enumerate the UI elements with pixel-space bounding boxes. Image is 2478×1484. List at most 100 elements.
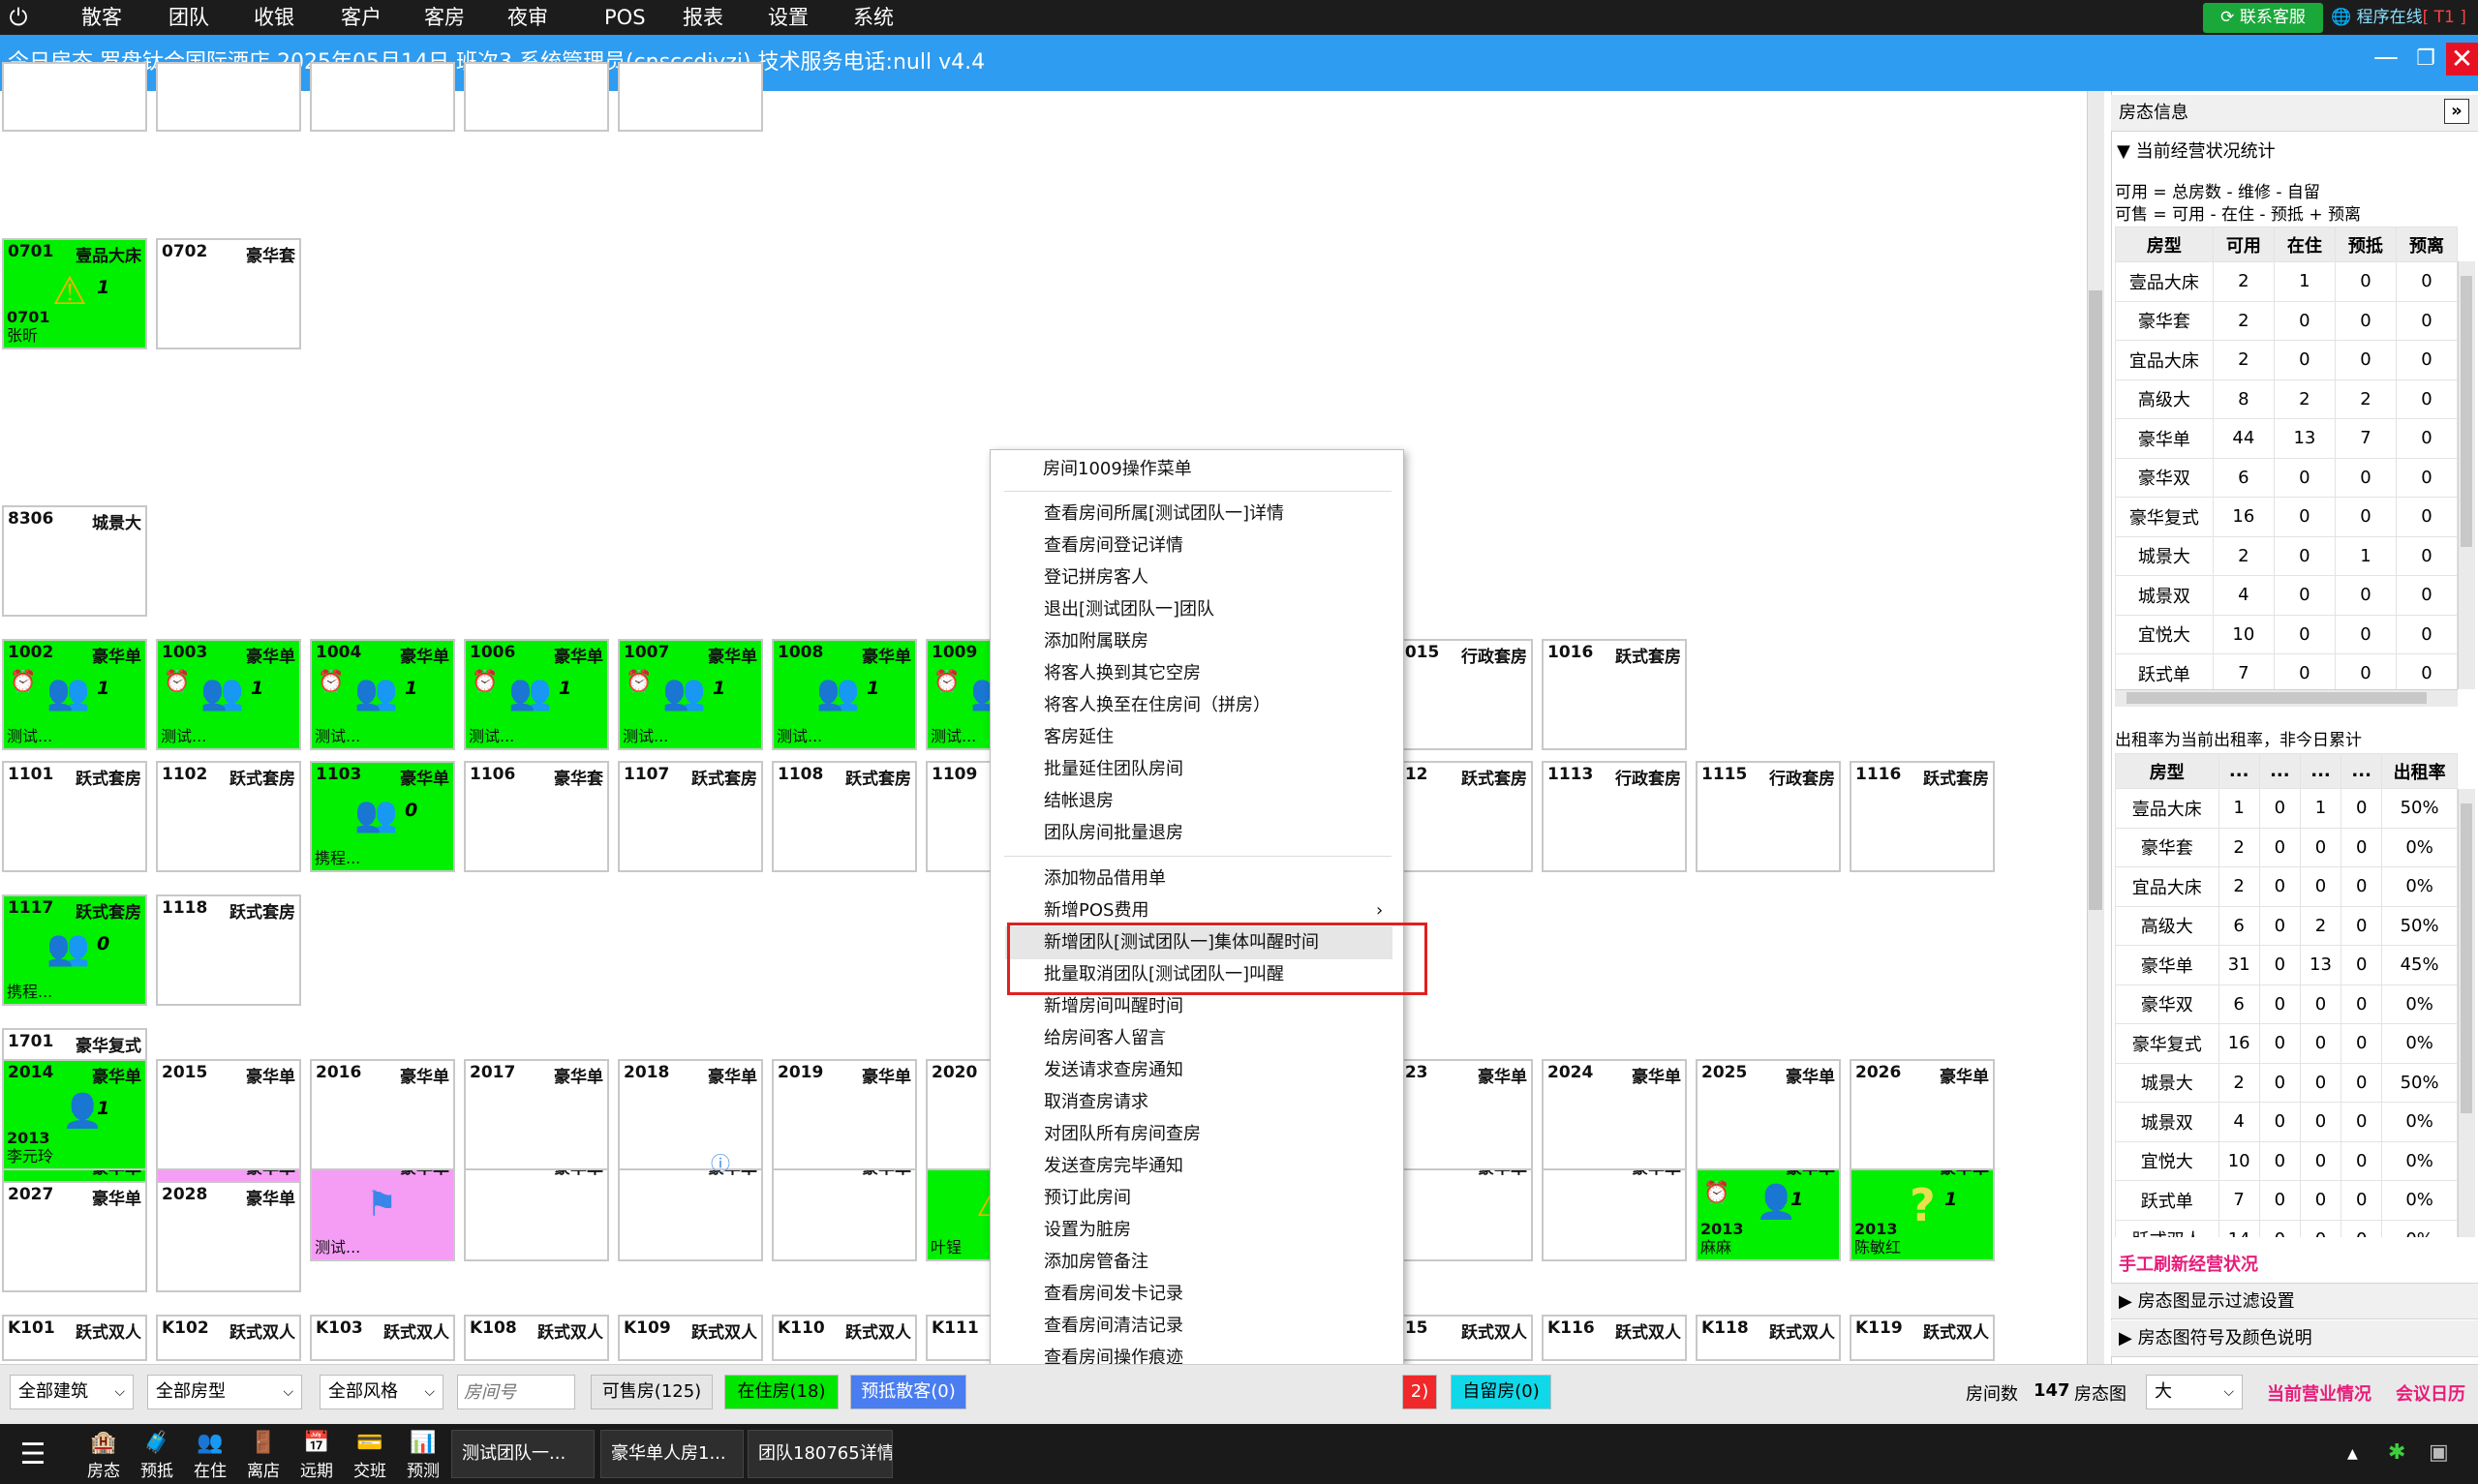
menu-item-9[interactable]: 系统 [853, 0, 894, 35]
room-1006[interactable]: 1006 豪华单 ⏰ 👥 1 测试... [464, 639, 609, 750]
room-2017[interactable]: 2017 豪华单 [464, 1059, 609, 1170]
refresh-stats-link[interactable]: 手工刷新经营状况 [2119, 1251, 2258, 1276]
context-menu-item[interactable]: 给房间客人留言 [1044, 1023, 1166, 1054]
room-1002[interactable]: 1002 豪华单 ⏰ 👥 1 测试... [2, 639, 147, 750]
room-K102[interactable]: K102 跃式双人 [156, 1315, 301, 1361]
menu-item-2[interactable]: 收银 [254, 0, 294, 35]
tray-arrow-icon[interactable]: ▲ [2347, 1446, 2358, 1462]
room-2015[interactable]: 2015 豪华单 [156, 1059, 301, 1170]
room-1113[interactable]: 1113 行政套房 [1542, 761, 1687, 872]
context-menu-item[interactable]: 客房延住 [1044, 722, 1114, 753]
room-1016[interactable]: 1016 跃式套房 [1542, 639, 1687, 750]
room-1107[interactable]: 1107 跃式套房 [618, 761, 763, 872]
room-partial[interactable] [2, 62, 147, 132]
collapse-panel-icon[interactable]: » [2444, 99, 2469, 124]
room-partial[interactable] [310, 62, 455, 132]
map-size-select[interactable]: 大 ⌵ [2146, 1375, 2243, 1409]
context-menu-item[interactable]: 对团队所有房间查房 [1044, 1119, 1201, 1150]
stats-table-hscroll-thumb[interactable] [2126, 692, 2427, 704]
room-0702[interactable]: 0702 豪华套 [156, 238, 301, 349]
context-menu-item[interactable]: 发送查房完毕通知 [1044, 1151, 1183, 1182]
room-K110[interactable]: K110 跃式双人 [772, 1315, 917, 1361]
occupancy-table-vscroll-thumb[interactable] [2461, 803, 2472, 1113]
context-menu-item[interactable]: 登记拼房客人 [1044, 562, 1148, 593]
taskbar-app-0[interactable]: 🏨 房态 [79, 1430, 128, 1481]
room-1003[interactable]: 1003 豪华单 ⏰ 👥 1 测试... [156, 639, 301, 750]
room-112[interactable]: 112 跃式套房 [1388, 761, 1533, 872]
room-partial[interactable] [156, 62, 301, 132]
room-1117[interactable]: 1117 跃式套房 👥 0 携程... [2, 894, 147, 1006]
filter-button[interactable]: 在住房(18) [724, 1375, 839, 1409]
context-menu-item[interactable]: 查看房间清洁记录 [1044, 1311, 1183, 1342]
room-number-input[interactable] [457, 1375, 575, 1409]
context-menu-item[interactable]: 团队房间批量退房 [1044, 818, 1183, 849]
close-icon[interactable]: ✕ [2446, 43, 2478, 76]
taskbar-window-2[interactable]: 团队180765详情 [748, 1430, 893, 1478]
room-1116[interactable]: 1116 跃式套房 [1850, 761, 1995, 872]
context-menu-item[interactable]: 预订此房间 [1044, 1183, 1131, 1214]
meeting-calendar-link[interactable]: 会议日历 [2396, 1380, 2465, 1406]
filter-self-keep[interactable]: 自留房(0) [1451, 1375, 1551, 1409]
taskbar-app-5[interactable]: 💳 交班 [346, 1430, 394, 1481]
room-2028[interactable]: 2028 豪华单 [156, 1181, 301, 1292]
style-select[interactable]: 全部风格 ⌵ [320, 1375, 444, 1409]
room-2018[interactable]: 2018 豪华单 ⓘ [618, 1059, 763, 1175]
power-icon[interactable]: ⏻ [0, 0, 37, 35]
contact-support-button[interactable]: ⟳ 联系客服 [2203, 3, 2323, 33]
context-menu-item[interactable]: 添加房管备注 [1044, 1247, 1148, 1278]
room-1115[interactable]: 1115 行政套房 [1696, 761, 1841, 872]
filter-button[interactable]: 可售房(125) [591, 1375, 713, 1409]
context-menu-item[interactable]: 添加物品借用单 [1044, 863, 1166, 894]
room-2019[interactable]: 2019 豪华单 [772, 1059, 917, 1170]
context-menu-item[interactable]: 退出[测试团队一]团队 [1044, 594, 1214, 625]
tray-status-icon[interactable]: ✱ [2388, 1440, 2405, 1465]
menu-item-6[interactable]: POS [604, 0, 646, 35]
menu-item-7[interactable]: 报表 [683, 0, 723, 35]
filter-button[interactable]: 预抵散客(0) [850, 1375, 966, 1409]
room-1101[interactable]: 1101 跃式套房 [2, 761, 147, 872]
room-K101[interactable]: K101 跃式双人 [2, 1315, 147, 1361]
room-partial[interactable] [618, 62, 763, 132]
taskbar-app-6[interactable]: 📊 预测 [399, 1430, 447, 1481]
context-menu-item[interactable]: 查看房间发卡记录 [1044, 1279, 1183, 1310]
room-map-scroll-thumb[interactable] [2089, 290, 2102, 910]
building-select[interactable]: 全部建筑 ⌵ [10, 1375, 134, 1409]
business-status-link[interactable]: 当前营业情况 [2267, 1380, 2371, 1406]
roomtype-select[interactable]: 全部房型 ⌵ [147, 1375, 302, 1409]
room-K108[interactable]: K108 跃式双人 [464, 1315, 609, 1361]
context-menu-item[interactable]: 取消查房请求 [1044, 1087, 1148, 1118]
room-1008[interactable]: 1008 豪华单 👥 1 测试... [772, 639, 917, 750]
room-8306[interactable]: 8306 城景大 [2, 505, 147, 617]
menu-item-0[interactable]: 散客 [81, 0, 122, 35]
taskbar-window-1[interactable]: 豪华单人房1... [600, 1430, 744, 1478]
context-menu-item[interactable]: 查看房间所属[测试团队一]详情 [1044, 499, 1284, 530]
room-1118[interactable]: 1118 跃式套房 [156, 894, 301, 1006]
room-0701[interactable]: 0701 壹品大床 ⚠ 1 0701 张昕 [2, 238, 147, 349]
room-K109[interactable]: K109 跃式双人 [618, 1315, 763, 1361]
legend-section[interactable]: ▶ 房态图符号及颜色说明 [2111, 1320, 2478, 1357]
room-K116[interactable]: K116 跃式双人 [1542, 1315, 1687, 1361]
room-2024[interactable]: 2024 豪华单 [1542, 1059, 1687, 1170]
menu-item-5[interactable]: 夜审 [507, 0, 548, 35]
room-partial[interactable] [464, 62, 609, 132]
context-menu-item[interactable]: 设置为脏房 [1044, 1215, 1131, 1246]
room-1106[interactable]: 1106 豪华套 [464, 761, 609, 872]
room-2014[interactable]: 2014 豪华单 👤 1 2013 李元玲 [2, 1059, 147, 1170]
room-1108[interactable]: 1108 跃式套房 [772, 761, 917, 872]
menu-icon[interactable]: ☰ [14, 1439, 52, 1471]
room-K118[interactable]: K118 跃式双人 [1696, 1315, 1841, 1361]
filter-settings-section[interactable]: ▶ 房态图显示过滤设置 [2111, 1283, 2478, 1319]
restore-icon[interactable]: ❐ [2409, 43, 2442, 76]
section-stats-toggle[interactable]: ▼ 当前经营状况统计 [2117, 137, 2276, 163]
context-menu-item[interactable]: 将客人换至在住房间（拼房） [1044, 690, 1270, 721]
room-1102[interactable]: 1102 跃式套房 [156, 761, 301, 872]
taskbar-window-0[interactable]: 测试团队一... [451, 1430, 595, 1478]
room-2016[interactable]: 2016 豪华单 [310, 1059, 455, 1170]
context-menu-item[interactable]: 查看房间登记详情 [1044, 530, 1183, 561]
context-menu-item[interactable]: 结帐退房 [1044, 786, 1114, 817]
minimize-icon[interactable]: — [2370, 43, 2402, 76]
menu-item-3[interactable]: 客户 [341, 0, 382, 35]
room-1007[interactable]: 1007 豪华单 ⏰ 👥 1 测试... [618, 639, 763, 750]
room-1103[interactable]: 1103 豪华单 👥 0 携程... [310, 761, 455, 872]
room-1004[interactable]: 1004 豪华单 ⏰ 👥 1 测试... [310, 639, 455, 750]
